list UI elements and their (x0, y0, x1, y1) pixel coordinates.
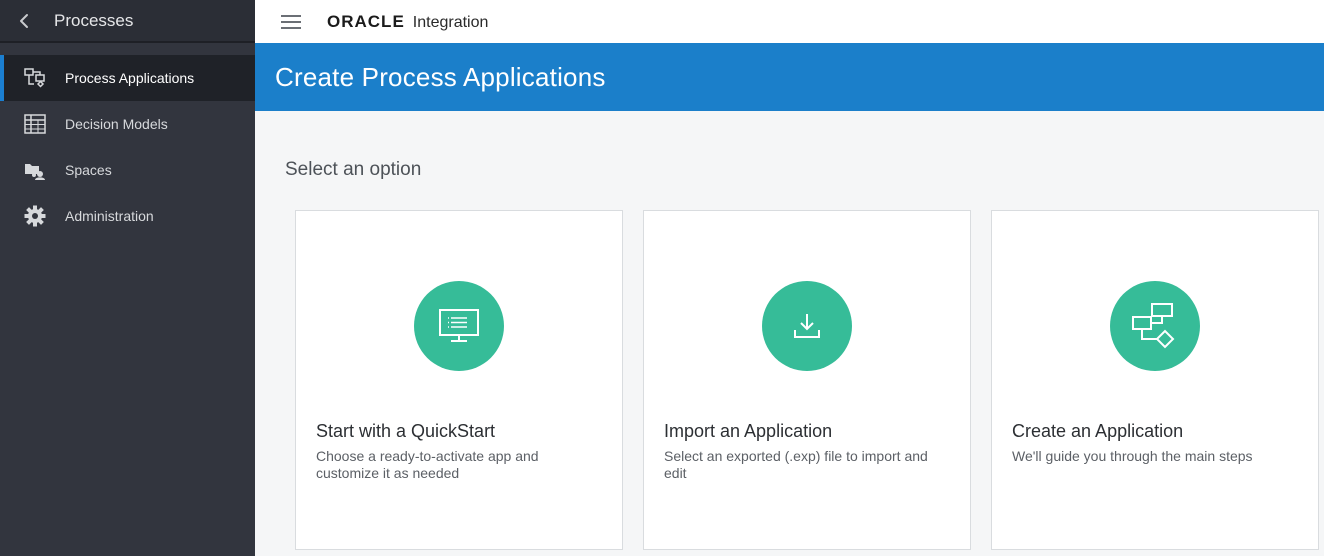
sidebar-item-label: Process Applications (65, 70, 195, 86)
section-title: Select an option (285, 159, 422, 180)
main-content: Select an option Start with a QuickStart… (255, 111, 1324, 556)
sidebar-item-label: Administration (65, 208, 154, 224)
monitor-icon (414, 281, 504, 371)
card-description: We'll guide you through the main steps (1012, 448, 1253, 464)
sidebar-item-process-applications[interactable]: Process Applications (0, 55, 255, 101)
card-description: Select an exported (.exp) file to import… (664, 448, 928, 481)
menu-button[interactable] (255, 0, 327, 43)
sidebar-item-label: Spaces (65, 162, 112, 178)
table-grid-icon (0, 114, 65, 134)
create-application-card[interactable]: Create an Application We'll guide you th… (991, 210, 1319, 550)
page-title: Create Process Applications (275, 61, 606, 92)
app-root: Processes Process Applications Decision … (0, 0, 1324, 556)
hamburger-icon (281, 14, 301, 29)
card-title: Start with a QuickStart (316, 421, 496, 441)
process-flow-icon (0, 68, 65, 88)
sidebar-title: Processes (54, 10, 134, 30)
sidebar-item-decision-models[interactable]: Decision Models (0, 101, 255, 147)
download-icon (762, 281, 852, 371)
back-button[interactable] (0, 0, 48, 42)
card-title: Import an Application (664, 421, 833, 441)
spaces-folder-icon (0, 160, 65, 180)
quickstart-card[interactable]: Start with a QuickStart Choose a ready-t… (295, 210, 623, 550)
import-application-card[interactable]: Import an Application Select an exported… (643, 210, 971, 550)
sidebar-header: Processes (0, 0, 255, 43)
sidebar: Processes Process Applications Decision … (0, 0, 255, 556)
oracle-logo-text: ORACLE (327, 11, 405, 31)
brand-logo: ORACLE Integration (327, 12, 488, 32)
sidebar-item-label: Decision Models (65, 116, 168, 132)
sidebar-nav: Process Applications Decision Models Spa… (0, 55, 255, 239)
sidebar-item-spaces[interactable]: Spaces (0, 147, 255, 193)
card-description: Choose a ready-to-activate app and custo… (316, 448, 539, 481)
chevron-left-icon (20, 13, 28, 28)
product-name: Integration (412, 13, 489, 31)
page-banner: Create Process Applications (255, 43, 1324, 111)
sidebar-item-administration[interactable]: Administration (0, 193, 255, 239)
card-title: Create an Application (1012, 421, 1184, 441)
gear-icon (0, 205, 65, 227)
flow-diagram-icon (1110, 281, 1200, 371)
top-bar: ORACLE Integration (255, 0, 1324, 43)
